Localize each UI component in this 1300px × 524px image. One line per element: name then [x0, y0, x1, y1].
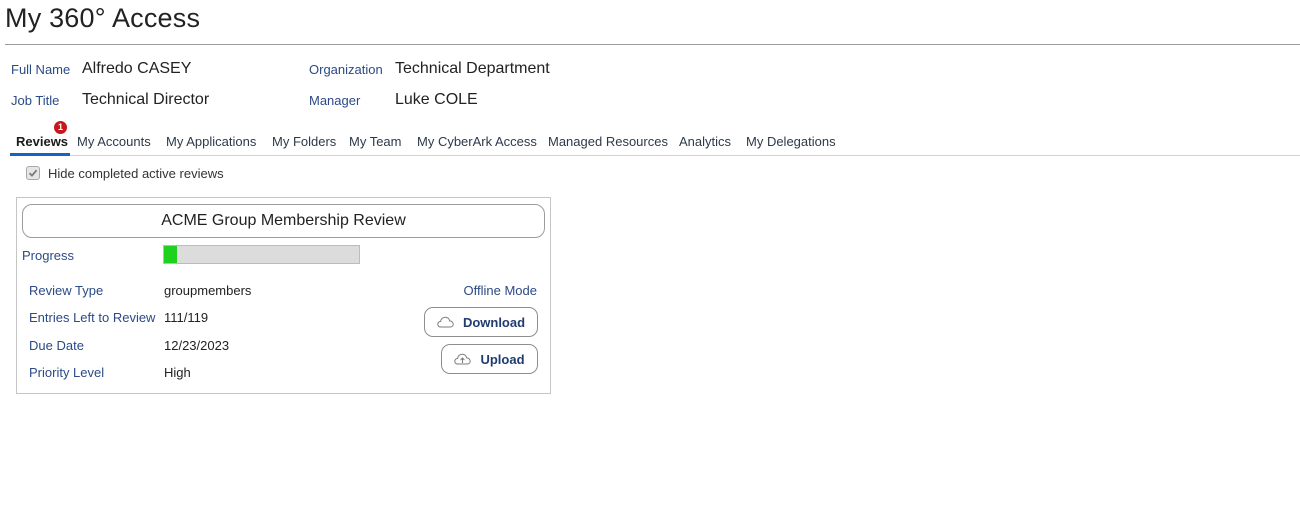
- tab-my-accounts[interactable]: My Accounts: [77, 134, 151, 149]
- tab-analytics[interactable]: Analytics: [679, 134, 731, 149]
- job-title-value: Technical Director: [82, 91, 210, 108]
- organization-value: Technical Department: [395, 60, 550, 77]
- checkmark-icon: [28, 169, 38, 177]
- priority-label: Priority Level: [29, 365, 105, 380]
- tab-my-applications[interactable]: My Applications: [166, 134, 256, 149]
- entries-left-label: Entries Left to Review: [29, 310, 156, 325]
- priority-value: High: [164, 365, 191, 380]
- upload-button-label: Upload: [480, 351, 525, 367]
- job-title-label: Job Title: [11, 93, 60, 108]
- tab-my-folders[interactable]: My Folders: [272, 134, 336, 149]
- due-date-label: Due Date: [29, 338, 84, 353]
- tab-managed-resources[interactable]: Managed Resources: [548, 134, 668, 149]
- review-type-value: groupmembers: [164, 283, 252, 298]
- due-date-value: 12/23/2023: [164, 338, 230, 353]
- review-type-label: Review Type: [29, 283, 104, 298]
- hide-completed-checkbox[interactable]: [26, 166, 40, 180]
- tabs-divider: [10, 155, 1300, 156]
- page-title: My 360° Access: [5, 3, 201, 33]
- cloud-download-icon: [437, 316, 454, 328]
- progress-label: Progress: [22, 248, 75, 263]
- active-tab-indicator: [10, 153, 70, 156]
- manager-value: Luke COLE: [395, 91, 478, 108]
- title-divider: [5, 44, 1300, 45]
- tab-my-cyberark-access[interactable]: My CyberArk Access: [417, 134, 537, 149]
- download-button-label: Download: [462, 314, 526, 330]
- offline-mode-label: Offline Mode: [463, 283, 537, 298]
- organization-label: Organization: [309, 62, 383, 77]
- cloud-upload-icon: [454, 353, 472, 365]
- hide-completed-row: Hide completed active reviews: [26, 165, 224, 181]
- progress-bar-fill: [164, 246, 178, 263]
- full-name-value: Alfredo CASEY: [82, 60, 192, 77]
- entries-left-value: 111/119: [164, 310, 209, 325]
- manager-label: Manager: [309, 93, 361, 108]
- reviews-notification-badge: 1: [54, 121, 67, 134]
- upload-button[interactable]: Upload: [441, 344, 538, 374]
- progress-bar: [163, 245, 360, 264]
- tab-reviews[interactable]: Reviews: [16, 134, 68, 149]
- tab-my-team[interactable]: My Team: [349, 134, 402, 149]
- tab-my-delegations[interactable]: My Delegations: [746, 134, 836, 149]
- review-card: ACME Group Membership Review Progress Re…: [16, 197, 551, 394]
- hide-completed-label: Hide completed active reviews: [48, 165, 224, 181]
- full-name-label: Full Name: [11, 62, 71, 77]
- tab-bar: Reviews My Accounts My Applications My F…: [10, 128, 1300, 156]
- download-button[interactable]: Download: [424, 307, 538, 337]
- review-card-title[interactable]: ACME Group Membership Review: [22, 204, 545, 238]
